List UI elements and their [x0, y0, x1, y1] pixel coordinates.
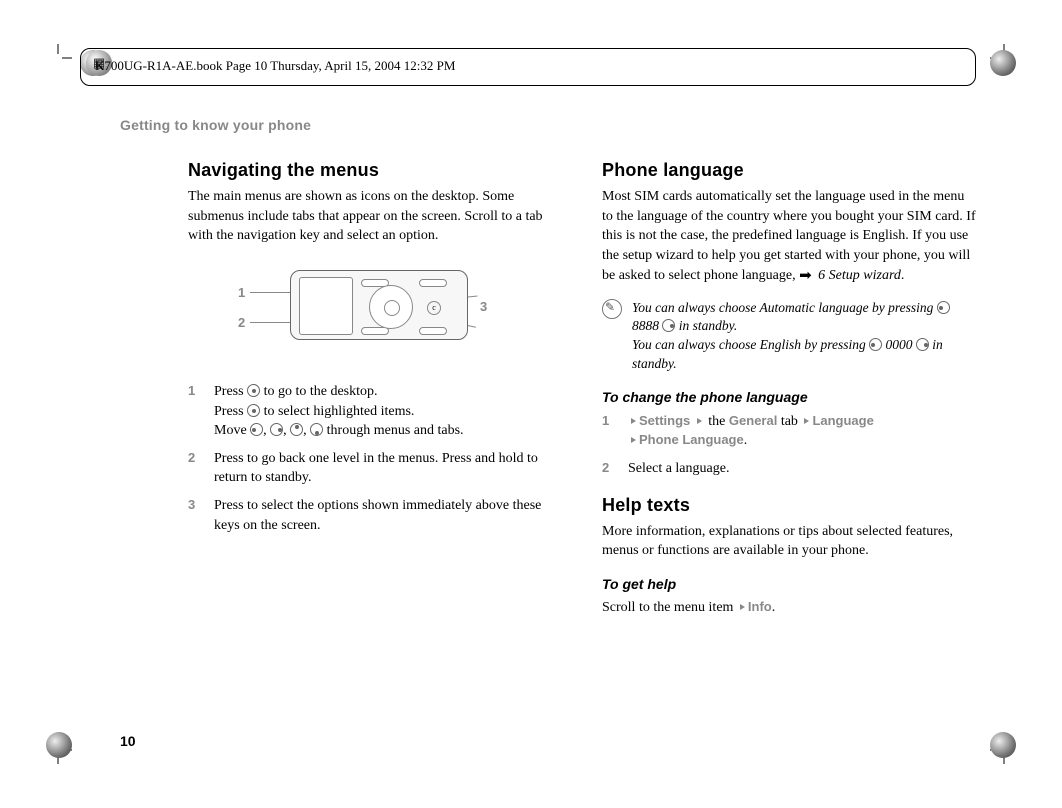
text: . [744, 433, 748, 448]
crop-mark-tl [44, 44, 72, 72]
text: Press [214, 384, 247, 399]
menu-arrow-icon [804, 418, 809, 424]
running-header: Getting to know your phone [120, 116, 311, 136]
text: You can always choose Automatic language… [632, 300, 937, 315]
nav-center-key-icon [247, 404, 260, 417]
text: Move [214, 423, 250, 438]
nav-right-key-icon [270, 423, 283, 436]
text: in standby. [675, 318, 737, 333]
nav-left-key-icon [937, 301, 950, 314]
menu-path: Language [812, 413, 873, 428]
softkey-icon [419, 327, 447, 335]
menu-path: Info [748, 599, 772, 614]
page-columns: Navigating the menus The main menus are … [188, 158, 976, 620]
right-column: Phone language Most SIM cards automatica… [602, 158, 976, 620]
nav-pad-icon [369, 285, 413, 329]
item-number: 3 [188, 496, 200, 535]
nav-center-icon [384, 300, 400, 316]
menu-path: Phone Language [639, 432, 744, 447]
phone-illustration: 1 2 3 c [228, 270, 478, 358]
text: You can always choose English by pressin… [632, 337, 869, 352]
callout-1: 1 [238, 284, 245, 302]
navigating-intro: The main menus are shown as icons on the… [188, 187, 562, 246]
item-body: Settings the General tab Language Phone … [628, 412, 976, 451]
help-texts-heading: Help texts [602, 493, 976, 518]
get-help-body: Scroll to the menu item Info. [602, 598, 976, 618]
text: Press [214, 404, 247, 419]
nav-center-key-icon [247, 384, 260, 397]
tip-text: You can always choose Automatic language… [632, 299, 976, 375]
register-icon-bottom-left [46, 732, 72, 758]
item-number: 1 [602, 412, 614, 451]
softkey-icon [419, 279, 447, 287]
text: through menus and tabs. [323, 423, 463, 438]
phone-language-heading: Phone language [602, 158, 976, 183]
tip-icon [602, 299, 622, 319]
list-item: 3 Press to select the options shown imme… [188, 496, 562, 535]
cross-reference: 6 Setup wizard [818, 268, 901, 283]
text: Most SIM cards automatically set the lan… [602, 189, 976, 282]
item-number: 2 [188, 449, 200, 488]
callout-2: 2 [238, 314, 245, 332]
get-help-heading: To get help [602, 575, 976, 595]
callout-3: 3 [480, 298, 487, 316]
item-body: Select a language. [628, 459, 976, 479]
text: to select highlighted items. [260, 404, 414, 419]
list-item: 2 Press to go back one level in the menu… [188, 449, 562, 488]
page-number: 10 [120, 732, 136, 752]
navigating-heading: Navigating the menus [188, 158, 562, 183]
nav-right-key-icon [916, 338, 929, 351]
text: Scroll to the menu item [602, 600, 737, 615]
register-icon-top-right [990, 50, 1016, 76]
text: 8888 [632, 318, 662, 333]
item-number: 1 [188, 382, 200, 441]
phone-screen [299, 277, 353, 335]
text: tab [777, 414, 801, 429]
menu-path: Settings [639, 413, 690, 428]
register-icon-bottom-right [990, 732, 1016, 758]
item-body: Press to select the options shown immedi… [214, 496, 562, 535]
item-body: Press to go to the desktop. Press to sel… [214, 382, 562, 441]
nav-up-key-icon [290, 423, 303, 436]
phone-body: c [290, 270, 468, 340]
phone-language-body: Most SIM cards automatically set the lan… [602, 187, 976, 286]
numbered-list: 1 Press to go to the desktop. Press to s… [188, 382, 562, 535]
nav-left-key-icon [869, 338, 882, 351]
text: the [705, 414, 729, 429]
c-button-icon: c [427, 301, 441, 315]
text: to go to the desktop. [260, 384, 377, 399]
nav-left-key-icon [250, 423, 263, 436]
item-body: Press to go back one level in the menus.… [214, 449, 562, 488]
nav-down-key-icon [310, 423, 323, 436]
nav-right-key-icon [662, 319, 675, 332]
menu-arrow-icon [631, 418, 636, 424]
text: 0000 [882, 337, 916, 352]
change-language-heading: To change the phone language [602, 388, 976, 408]
list-item: 2 Select a language. [602, 459, 976, 479]
help-texts-body: More information, explanations or tips a… [602, 522, 976, 561]
menu-arrow-icon [631, 437, 636, 443]
list-item: 1 Settings the General tab Language Phon… [602, 412, 976, 451]
menu-arrow-icon [740, 604, 745, 610]
list-item: 1 Press to go to the desktop. Press to s… [188, 382, 562, 441]
left-column: Navigating the menus The main menus are … [188, 158, 562, 620]
menu-path: General [729, 413, 777, 428]
text: . [772, 600, 776, 615]
item-number: 2 [602, 459, 614, 479]
document-meta-text: K700UG-R1A-AE.book Page 10 Thursday, Apr… [95, 58, 455, 73]
tip-block: You can always choose Automatic language… [602, 299, 976, 375]
arrow-right-icon: ➡ [799, 266, 812, 287]
document-meta-frame: K700UG-R1A-AE.book Page 10 Thursday, Apr… [80, 48, 976, 86]
menu-arrow-icon [697, 418, 702, 424]
